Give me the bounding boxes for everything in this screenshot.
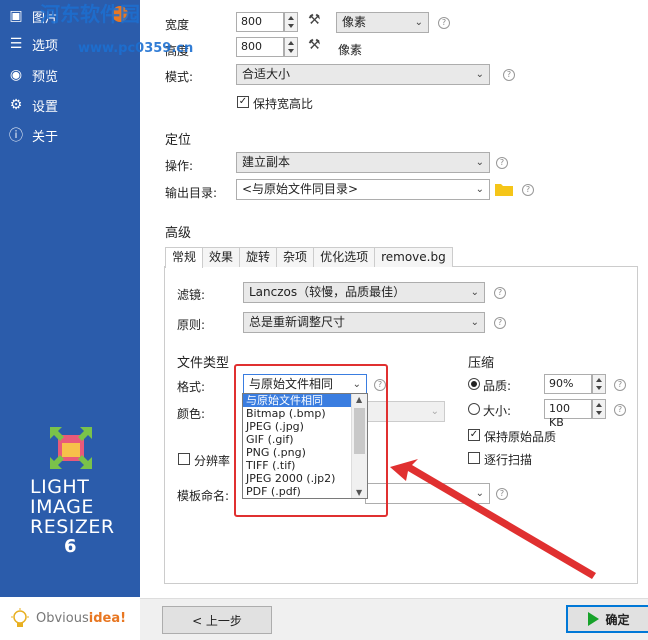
sidebar-item-label: 设置 xyxy=(32,99,59,115)
ok-button-label: 确定 xyxy=(605,612,630,627)
sidebar-item-options[interactable]: ☰ 选项 xyxy=(8,33,58,55)
size-label: 大小: xyxy=(483,404,512,418)
tab-optimize[interactable]: 优化选项 xyxy=(313,247,376,267)
chevron-down-icon: ⌄ xyxy=(430,406,439,417)
height-stepper[interactable] xyxy=(284,37,298,57)
size-radio[interactable] xyxy=(468,403,480,415)
advanced-section-title: 高级 xyxy=(165,226,192,241)
brand-text: Obviousidea! xyxy=(36,611,127,626)
width-label: 宽度 xyxy=(165,18,190,32)
chevron-down-icon: ⌄ xyxy=(470,317,479,328)
app-logo: LIGHT IMAGE RESIZER 6 xyxy=(30,425,115,557)
quality-input[interactable]: 90% xyxy=(544,374,592,394)
output-dir-label: 输出目录: xyxy=(165,186,218,200)
resolution-checkbox[interactable] xyxy=(178,453,190,465)
brand-bar[interactable]: Obviousidea! xyxy=(0,597,140,640)
width-stepper[interactable] xyxy=(284,12,298,32)
help-icon[interactable]: ? xyxy=(438,17,450,29)
help-icon[interactable]: ? xyxy=(494,317,506,329)
location-section-title: 定位 xyxy=(165,133,192,148)
height-input[interactable]: 800 xyxy=(236,37,284,57)
logo-line-2: IMAGE xyxy=(30,496,94,518)
sidebar: ▣ 图片 ☰ 选项 ◉ 预览 ⚙ 设置 ⓘ 关于 LIGHT IMAGE RES xyxy=(0,0,140,640)
logo-line-1: LIGHT xyxy=(30,476,90,498)
annotation-arrow xyxy=(390,459,596,579)
sidebar-item-label: 关于 xyxy=(32,129,59,145)
unit-select[interactable]: 像素 ⌄ xyxy=(336,12,429,33)
resize-logo-icon xyxy=(48,425,94,471)
sidebar-item-preview[interactable]: ◉ 预览 xyxy=(8,64,58,86)
back-button-label: < 上一步 xyxy=(192,613,242,628)
main-panel: 宽度 800 ⚒ 像素 ⌄ ? 高度 800 ⚒ 像素 模式: 合适大小 ⌄ ? ✓… xyxy=(140,0,648,640)
mode-select[interactable]: 合适大小 ⌄ xyxy=(236,64,490,85)
keep-ratio-label: 保持宽高比 xyxy=(253,97,314,111)
sidebar-item-about[interactable]: ⓘ 关于 xyxy=(8,124,58,146)
keep-quality-label: 保持原始品质 xyxy=(484,430,557,444)
ok-button[interactable]: 确定 xyxy=(566,605,648,633)
chevron-down-icon: ⌄ xyxy=(470,287,479,298)
highlight-box xyxy=(234,364,388,517)
compression-section-title: 压缩 xyxy=(468,356,495,371)
advanced-tabs: 常规 效果 旋转 杂项 优化选项 remove.bg xyxy=(165,247,453,268)
format-label: 格式: xyxy=(177,380,206,394)
eye-icon: ◉ xyxy=(9,67,23,83)
help-icon[interactable]: ? xyxy=(522,184,534,196)
output-dir-select[interactable]: <与原始文件同目录> ⌄ xyxy=(236,179,490,200)
magic-wand-icon[interactable]: ⚒ xyxy=(308,12,321,28)
tab-effects[interactable]: 效果 xyxy=(202,247,241,267)
image-icon: ▣ xyxy=(9,8,23,24)
quality-label: 品质: xyxy=(483,379,512,393)
resolution-label: 分辨率 xyxy=(194,454,231,468)
chevron-down-icon: ⌄ xyxy=(475,69,484,80)
rule-select[interactable]: 总是重新调整尺寸 ⌄ xyxy=(243,312,485,333)
width-input[interactable]: 800 xyxy=(236,12,284,32)
info-icon: ⓘ xyxy=(9,128,23,144)
sidebar-item-settings[interactable]: ⚙ 设置 xyxy=(8,94,58,116)
keep-quality-checkbox[interactable]: ✓ xyxy=(468,429,480,441)
tab-general[interactable]: 常规 xyxy=(165,247,204,268)
sidebar-item-label: 预览 xyxy=(32,69,59,85)
gear-icon: ⚙ xyxy=(9,97,23,113)
size-stepper[interactable] xyxy=(592,399,606,419)
filter-label: 滤镜: xyxy=(177,288,206,302)
rule-label: 原则: xyxy=(177,318,206,332)
operation-label: 操作: xyxy=(165,159,194,173)
sidebar-item-label: 选项 xyxy=(32,38,59,54)
operation-select[interactable]: 建立副本 ⌄ xyxy=(236,152,490,173)
tab-misc[interactable]: 杂项 xyxy=(276,247,315,267)
chevron-down-icon: ⌄ xyxy=(475,157,484,168)
help-icon[interactable]: ? xyxy=(614,379,626,391)
quality-radio[interactable] xyxy=(468,378,480,390)
filter-select[interactable]: Lanczos（较慢，品质最佳） ⌄ xyxy=(243,282,485,303)
watermark-title: 河东软件园 xyxy=(40,2,140,26)
tab-remove-bg[interactable]: remove.bg xyxy=(374,247,453,267)
logo-version: 6 xyxy=(64,536,78,557)
watermark-url: www.pc0359.cn xyxy=(78,41,194,56)
filetype-section-title: 文件类型 xyxy=(177,356,230,371)
help-icon[interactable]: ? xyxy=(614,404,626,416)
magic-wand-icon[interactable]: ⚒ xyxy=(308,37,321,53)
size-input[interactable]: 100 KB xyxy=(544,399,592,429)
help-icon[interactable]: ? xyxy=(494,287,506,299)
chevron-down-icon: ⌄ xyxy=(475,184,484,195)
quality-stepper[interactable] xyxy=(592,374,606,394)
color-label: 颜色: xyxy=(177,407,206,421)
tab-rotate[interactable]: 旋转 xyxy=(239,247,278,267)
sliders-icon: ☰ xyxy=(9,36,23,52)
template-label: 模板命名: xyxy=(177,489,230,503)
folder-icon[interactable] xyxy=(495,182,513,196)
back-button[interactable]: < 上一步 xyxy=(162,606,272,634)
mode-label: 模式: xyxy=(165,70,194,84)
keep-ratio-checkbox[interactable]: ✓ xyxy=(237,96,249,108)
chevron-down-icon: ⌄ xyxy=(414,17,423,28)
help-icon[interactable]: ? xyxy=(503,69,515,81)
lightbulb-icon xyxy=(11,607,29,627)
play-icon xyxy=(588,612,600,626)
unit-label: 像素 xyxy=(338,43,363,57)
help-icon[interactable]: ? xyxy=(496,157,508,169)
logo-line-3: RESIZER xyxy=(30,516,115,538)
